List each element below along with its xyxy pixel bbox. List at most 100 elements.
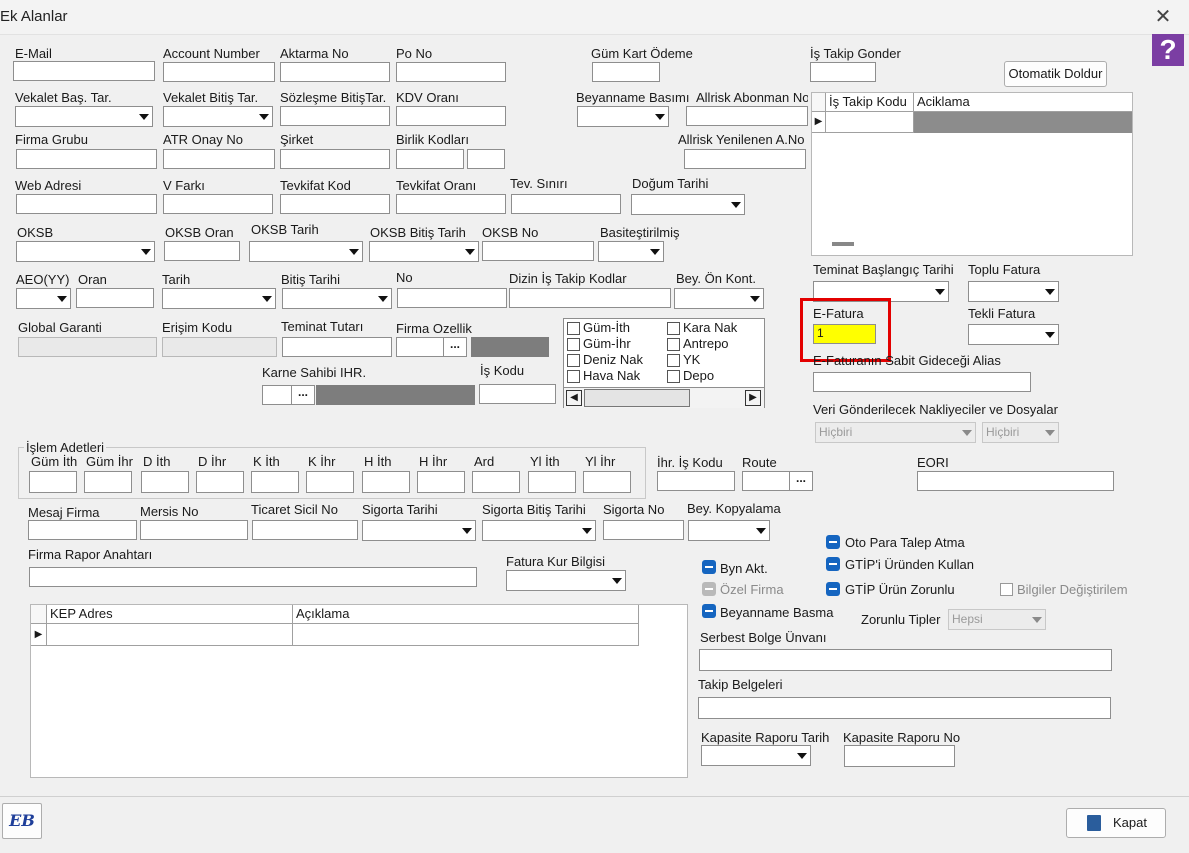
gtip-urun-checkbox[interactable] xyxy=(826,557,840,571)
kep-aciklama-header[interactable]: Açıklama xyxy=(293,605,639,624)
scroll-right-icon[interactable]: ▶ xyxy=(745,390,761,406)
oksb-oran-field[interactable] xyxy=(164,241,240,261)
beyanname-basim-select[interactable] xyxy=(577,106,669,127)
sigorta-bitis-select[interactable] xyxy=(482,520,596,541)
efatura-alias-field[interactable] xyxy=(813,372,1031,392)
no-field[interactable] xyxy=(397,288,507,308)
sigorta-tarihi-select[interactable] xyxy=(362,520,476,541)
ozel-firma-checkbox[interactable] xyxy=(702,582,716,596)
oksb-no-field[interactable] xyxy=(482,241,594,261)
birlik-kodlari-field[interactable] xyxy=(396,149,464,169)
depo-checkbox[interactable] xyxy=(667,370,680,383)
antrepo-checkbox[interactable] xyxy=(667,338,680,351)
erisim-kodu-field[interactable] xyxy=(162,337,277,357)
bitis-tarihi-select[interactable] xyxy=(282,288,392,309)
vekalet-bas-select[interactable] xyxy=(15,106,153,127)
eori-field[interactable] xyxy=(917,471,1114,491)
e-fatura-field[interactable]: 1 xyxy=(813,324,876,344)
mesaj-firma-field[interactable] xyxy=(28,520,137,540)
gum-ihr-checkbox[interactable] xyxy=(567,338,580,351)
po-no-field[interactable] xyxy=(396,62,506,82)
toplu-fatura-select[interactable] xyxy=(968,281,1059,302)
firma-ozellik-field[interactable] xyxy=(396,337,444,357)
islem-count-field[interactable] xyxy=(417,471,465,493)
allrisk-abonman-field[interactable] xyxy=(686,106,808,126)
transport-checklist[interactable]: Güm-İth Kara Nak Güm-İhr Antrepo Deniz N… xyxy=(563,318,765,408)
kdv-orani-field[interactable] xyxy=(396,106,506,126)
mersis-no-field[interactable] xyxy=(140,520,248,540)
gum-ith-checkbox[interactable] xyxy=(567,322,580,335)
kapasite-no-field[interactable] xyxy=(844,745,955,767)
email-field[interactable] xyxy=(13,61,155,81)
takip-belgeleri-field[interactable] xyxy=(698,697,1111,719)
gum-kart-odeme-field[interactable] xyxy=(592,62,660,82)
islem-count-field[interactable] xyxy=(251,471,299,493)
is-takip-gonder-field[interactable] xyxy=(810,62,876,82)
account-number-field[interactable] xyxy=(163,62,275,82)
scroll-left-icon[interactable]: ◀ xyxy=(566,390,582,406)
sozlesme-bitis-field[interactable] xyxy=(280,106,390,126)
aciklama-header[interactable]: Aciklama xyxy=(914,93,1132,112)
islem-count-field[interactable] xyxy=(84,471,132,493)
dizin-field[interactable] xyxy=(509,288,671,308)
help-icon[interactable]: ? xyxy=(1152,34,1184,66)
teminat-tutari-field[interactable] xyxy=(282,337,392,357)
islem-count-field[interactable] xyxy=(29,471,77,493)
tev-siniri-field[interactable] xyxy=(511,194,621,214)
islem-count-field[interactable] xyxy=(141,471,189,493)
beyanname-basma-checkbox[interactable] xyxy=(702,604,716,618)
dogum-tarihi-select[interactable] xyxy=(631,194,745,215)
eb-logo-button[interactable]: EB xyxy=(2,803,42,839)
kara-nak-checkbox[interactable] xyxy=(667,322,680,335)
web-adresi-field[interactable] xyxy=(16,194,157,214)
scrollbar-thumb[interactable] xyxy=(832,242,854,246)
scrollbar-thumb[interactable] xyxy=(584,389,690,407)
is-takip-kodu-header[interactable]: İş Takip Kodu xyxy=(826,93,914,112)
grid-cell[interactable] xyxy=(826,112,914,133)
otomatik-doldur-button[interactable]: Otomatik Doldur xyxy=(1004,61,1107,87)
bey-on-kont-select[interactable] xyxy=(674,288,764,309)
aeo-select[interactable] xyxy=(16,288,71,309)
tevkifat-kod-field[interactable] xyxy=(280,194,390,214)
ticaret-sicil-field[interactable] xyxy=(252,520,358,540)
sirket-field[interactable] xyxy=(280,149,390,169)
karne-sahibi-browse-button[interactable]: ... xyxy=(291,385,315,405)
is-kodu-field[interactable] xyxy=(479,384,556,404)
islem-count-field[interactable] xyxy=(362,471,410,493)
deniz-nak-checkbox[interactable] xyxy=(567,354,580,367)
veri-gonderilecek-select-1[interactable]: Hiçbiri xyxy=(815,422,976,443)
oksb-tarih-select[interactable] xyxy=(249,241,363,262)
fatura-kur-select[interactable] xyxy=(506,570,626,591)
atr-onay-field[interactable] xyxy=(163,149,275,169)
tekli-fatura-select[interactable] xyxy=(968,324,1059,345)
zorunlu-tipler-select[interactable]: Hepsi xyxy=(948,609,1046,630)
hava-nak-checkbox[interactable] xyxy=(567,370,580,383)
tevkifat-orani-field[interactable] xyxy=(396,194,506,214)
grid-cell[interactable] xyxy=(47,624,293,646)
oto-para-checkbox[interactable] xyxy=(826,535,840,549)
grid-cell-selected[interactable] xyxy=(914,112,1132,133)
route-browse-button[interactable]: ... xyxy=(789,471,813,491)
oksb-bitis-select[interactable] xyxy=(369,241,479,262)
birlik-kodlari-field-2[interactable] xyxy=(467,149,505,169)
v-farki-field[interactable] xyxy=(163,194,273,214)
firma-grubu-field[interactable] xyxy=(16,149,157,169)
ihr-is-kodu-field[interactable] xyxy=(657,471,735,491)
global-garanti-field[interactable] xyxy=(18,337,157,357)
aktarma-no-field[interactable] xyxy=(280,62,390,82)
islem-count-field[interactable] xyxy=(528,471,576,493)
oksb-select[interactable] xyxy=(16,241,155,262)
is-takip-grid[interactable]: İş Takip Kodu Aciklama ▶ xyxy=(811,92,1133,256)
kapasite-tarih-select[interactable] xyxy=(701,745,811,766)
firma-rapor-field[interactable] xyxy=(29,567,477,587)
karne-sahibi-field[interactable] xyxy=(262,385,292,405)
route-field[interactable] xyxy=(742,471,790,491)
allrisk-yenilenen-field[interactable] xyxy=(684,149,806,169)
islem-count-field[interactable] xyxy=(472,471,520,493)
islem-count-field[interactable] xyxy=(583,471,631,493)
kep-adres-header[interactable]: KEP Adres xyxy=(47,605,293,624)
tarih-select[interactable] xyxy=(162,288,276,309)
islem-count-field[interactable] xyxy=(196,471,244,493)
byn-akt-checkbox[interactable] xyxy=(702,560,716,574)
close-icon[interactable]: ✕ xyxy=(1152,6,1174,28)
